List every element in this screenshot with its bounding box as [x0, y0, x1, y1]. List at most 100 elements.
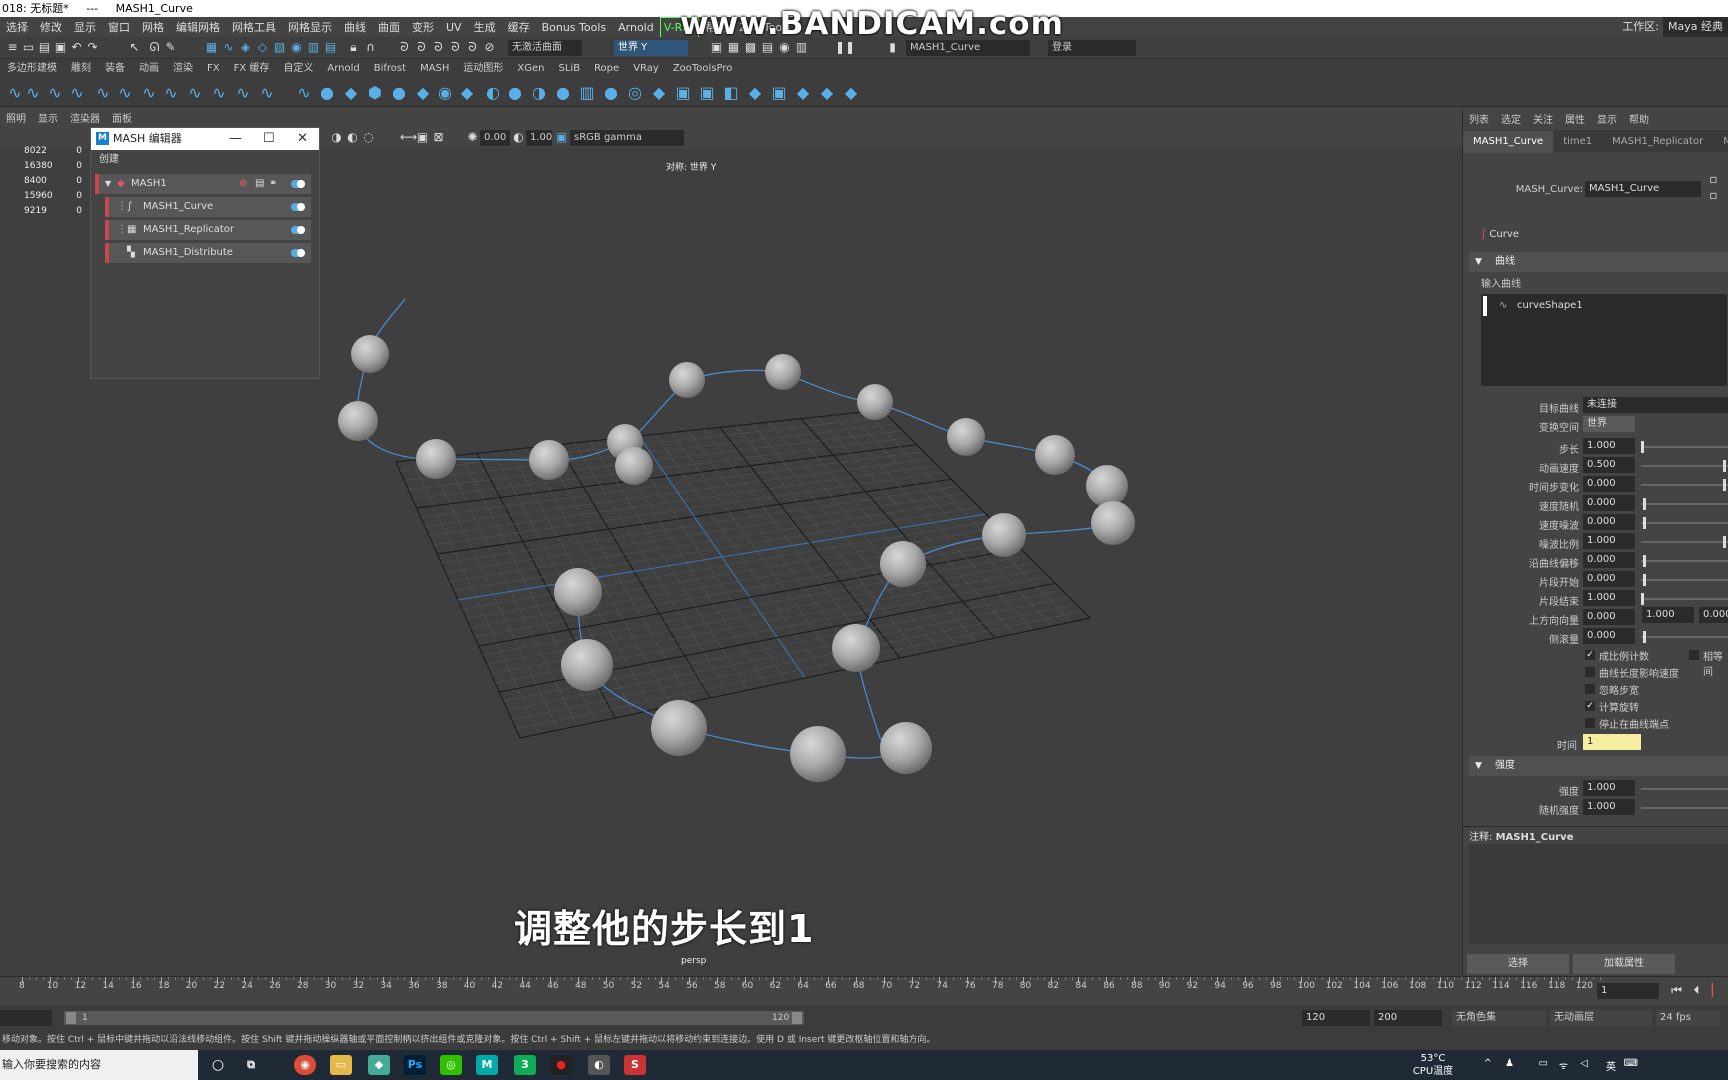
vray-render-icon[interactable]: ▥: [795, 41, 808, 54]
menu-item-4[interactable]: 网格: [136, 18, 170, 37]
slider-knob[interactable]: [1642, 574, 1646, 586]
up-vector-y-field[interactable]: 1.000: [1642, 607, 1694, 623]
menu-item-12[interactable]: 生成: [468, 18, 502, 37]
checkbox[interactable]: ✓: [1585, 650, 1595, 660]
paint-select-icon[interactable]: ✎: [164, 41, 177, 54]
wireframe-icon[interactable]: ⊠: [432, 131, 445, 144]
menu-item-13[interactable]: 缓存: [502, 18, 536, 37]
notes-textarea[interactable]: [1469, 844, 1728, 944]
menu-item-10[interactable]: 变形: [406, 18, 440, 37]
ae-menu-item-2[interactable]: 关注: [1527, 111, 1559, 131]
shelf-tool-icon[interactable]: ◆: [818, 84, 836, 102]
focus-icon[interactable]: ▫: [1707, 173, 1720, 186]
minimize-icon[interactable]: —: [229, 128, 242, 150]
curve-snap-icon-b[interactable]: ᘐ: [415, 41, 428, 54]
up-vector-z-field[interactable]: 0.000: [1699, 607, 1728, 623]
link-icon[interactable]: ⚭: [269, 174, 277, 194]
shelf-tool-icon[interactable]: ◆: [746, 84, 764, 102]
target-curve-field[interactable]: 未连接: [1583, 397, 1728, 413]
snap-surface-icon[interactable]: ▧: [273, 41, 286, 54]
field-value[interactable]: 0.000: [1583, 495, 1635, 511]
wechat-icon[interactable]: ◎: [440, 1055, 462, 1075]
field-value[interactable]: 1.000: [1583, 438, 1635, 454]
hypershade-icon[interactable]: ◉: [778, 41, 791, 54]
shelf-tab-8[interactable]: Arnold: [320, 60, 366, 77]
field-slider[interactable]: [1641, 536, 1728, 548]
xray-icon[interactable]: ▣: [416, 131, 429, 144]
wifi-icon[interactable]: ᯤ: [1559, 1058, 1568, 1072]
field-value[interactable]: 0.500: [1583, 457, 1635, 473]
sphere-instance[interactable]: [554, 568, 602, 616]
shelf-tool-icon[interactable]: ●: [554, 84, 572, 102]
sphere-instance[interactable]: [669, 362, 705, 398]
sphere-instance[interactable]: [790, 726, 846, 782]
start-frame-field[interactable]: [0, 1010, 52, 1026]
shelf-tab-14[interactable]: Rope: [587, 60, 626, 77]
snap-grid-icon[interactable]: ▦: [205, 41, 218, 54]
load-attributes-button[interactable]: 加载属性: [1573, 954, 1675, 974]
slider-knob[interactable]: [1642, 631, 1646, 643]
shelf-tool-icon[interactable]: ◆: [842, 84, 860, 102]
shelf-tool-icon[interactable]: ◆: [458, 84, 476, 102]
shelf-tool-icon[interactable]: ∿: [162, 84, 180, 102]
shelf-tab-11[interactable]: 运动图形: [456, 60, 510, 77]
menu-item-1[interactable]: 修改: [34, 18, 68, 37]
close-icon[interactable]: ✕: [297, 128, 308, 150]
menu-item-0[interactable]: 选择: [0, 18, 34, 37]
sphere-instance[interactable]: [1086, 465, 1128, 507]
sphere-instance[interactable]: [561, 639, 613, 691]
end-frame-field[interactable]: 120: [1302, 1010, 1370, 1026]
ae-tab-0[interactable]: MASH1_Curve: [1463, 131, 1554, 153]
tray-expand-icon[interactable]: ^: [1484, 1058, 1492, 1069]
sphere-instance[interactable]: [529, 440, 569, 480]
field-slider[interactable]: [1641, 441, 1728, 453]
mash-create-menu[interactable]: 创建: [91, 150, 319, 170]
slider-knob[interactable]: [1642, 517, 1646, 529]
menu-item-8[interactable]: 曲线: [338, 18, 372, 37]
field-value[interactable]: 0.000: [1583, 476, 1635, 492]
shelf-tool-icon[interactable]: ∿: [295, 84, 313, 102]
shelf-tool-icon[interactable]: ◆: [650, 84, 668, 102]
exposure-field[interactable]: 0.00: [480, 130, 510, 146]
shelf-tab-4[interactable]: 渲染: [166, 60, 200, 77]
shelf-tab-7[interactable]: 自定义: [276, 60, 320, 77]
mash-node-row-replicator[interactable]: ⋮ ▦ MASH1_Replicator: [105, 220, 311, 240]
chrome-icon[interactable]: ◉: [294, 1055, 316, 1075]
strength-section-header[interactable]: 强度: [1469, 756, 1728, 776]
menu-item-6[interactable]: 网格工具: [226, 18, 282, 37]
snap-curve-icon[interactable]: ∿: [222, 41, 235, 54]
range-slider-bar[interactable]: 1 120 120 200 无角色集 无动画层 24 fps: [0, 1006, 1728, 1030]
step-back-icon[interactable]: ⏴: [1690, 984, 1703, 997]
field-slider[interactable]: [1641, 517, 1728, 529]
drag-handle-icon[interactable]: ⋮: [117, 197, 127, 217]
shelf-tab-9[interactable]: Bifrost: [367, 60, 413, 77]
shelf-tool-icon[interactable]: ◧: [722, 84, 740, 102]
shelf-tool-icon[interactable]: ▥: [578, 84, 596, 102]
shelf-tool-icon[interactable]: ▣: [770, 84, 788, 102]
render-icon[interactable]: ▦: [727, 41, 740, 54]
menu-item-9[interactable]: 曲面: [372, 18, 406, 37]
shelf-tab-10[interactable]: MASH: [413, 60, 456, 77]
sphere-instance[interactable]: [857, 384, 893, 420]
gamma-field[interactable]: 1.00: [526, 130, 552, 146]
menu-item-5[interactable]: 编辑网格: [170, 18, 226, 37]
field-slider[interactable]: [1641, 574, 1728, 586]
range-handle-left[interactable]: [66, 1012, 76, 1024]
new-scene-icon[interactable]: ▭: [22, 41, 35, 54]
sphere-instance[interactable]: [947, 418, 985, 456]
sphere-instance[interactable]: [765, 354, 801, 390]
ae-menu-item-1[interactable]: 选定: [1495, 111, 1527, 131]
shelf-tool-icon[interactable]: ●: [602, 84, 620, 102]
sphere-instance[interactable]: [832, 624, 880, 672]
strength-slider[interactable]: [1641, 807, 1728, 809]
sphere-instance[interactable]: [1035, 435, 1075, 475]
task-view-icon[interactable]: ⧉: [240, 1055, 262, 1075]
step-back-key-icon[interactable]: ▏: [1710, 984, 1723, 997]
ae-menu-item-3[interactable]: 属性: [1559, 111, 1591, 131]
magnet-icon[interactable]: ∩: [364, 41, 377, 54]
shelf-tool-icon[interactable]: ∿: [94, 84, 112, 102]
checkbox[interactable]: [1585, 718, 1595, 728]
shelf-tool-icon[interactable]: ∿: [6, 84, 24, 102]
time-slider[interactable]: 8 10 12 14 16 18 20 22 24 26 28 30 32 34 36 38 40 42 44 46 4…: [0, 976, 1728, 1006]
field-value[interactable]: 0.000: [1583, 571, 1635, 587]
